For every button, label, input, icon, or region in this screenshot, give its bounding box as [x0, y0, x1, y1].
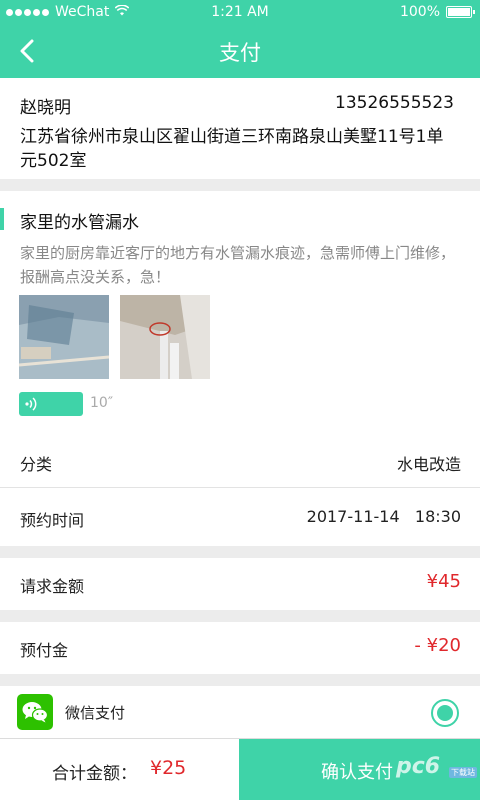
voice-wave-icon [23, 395, 41, 413]
prepay-row: 预付金 - ¥20 [0, 622, 480, 674]
total-value: ¥25 [150, 757, 187, 779]
prepay-value: - ¥20 [414, 635, 461, 656]
appointment-time-label: 预约时间 [20, 511, 85, 530]
task-description: 家里的厨房靠近客厅的地方有水管漏水痕迹，急需师傅上门维修，报酬高点没关系，急！ [20, 244, 456, 286]
request-amount-value: ¥45 [426, 571, 461, 592]
wechat-pay-radio[interactable] [431, 699, 459, 727]
request-amount-label: 请求金额 [20, 577, 85, 596]
address-card[interactable]: 赵晓明 13526555523 江苏省徐州市泉山区翟山街道三环南路泉山美墅11号… [0, 78, 480, 179]
task-photo-1[interactable] [19, 295, 109, 379]
confirm-pay-label: 确认支付 [321, 762, 393, 783]
page-title: 支付 [219, 41, 261, 65]
status-bar: WeChat 1:21 AM 100% [0, 0, 480, 24]
address-detail: 江苏省徐州市泉山区翟山街道三环南路泉山美墅11号1单元502室 [20, 127, 444, 171]
appointment-time-row: 预约时间 2017-11-14 18:30 [0, 488, 480, 546]
wechat-pay-option[interactable]: 微信支付 [0, 686, 480, 738]
task-card: 家里的水管漏水 家里的厨房靠近客厅的地方有水管漏水痕迹，急需师傅上门维修，报酬高… [0, 191, 480, 435]
wechat-icon [17, 694, 53, 730]
contact-name: 赵晓明 [20, 98, 71, 118]
watermark-sub: 下载站 [449, 767, 477, 778]
appointment-time-value: 2017-11-14 18:30 [306, 507, 461, 526]
confirm-pay-button[interactable]: 确认支付 [239, 739, 480, 800]
battery-icon [446, 6, 475, 18]
task-accent-bar [0, 208, 4, 230]
prepay-label: 预付金 [20, 641, 69, 660]
status-battery-group: 100% [399, 4, 475, 20]
nav-bar: 支付 [0, 24, 480, 78]
watermark-logo: pc6 [396, 754, 441, 779]
voice-message-button[interactable] [19, 392, 83, 416]
wechat-pay-label: 微信支付 [65, 704, 126, 722]
battery-percent: 100% [399, 4, 440, 20]
category-row: 分类 水电改造 [0, 435, 480, 487]
contact-phone: 13526555523 [335, 93, 454, 113]
task-photo-2[interactable] [120, 295, 210, 379]
category-label: 分类 [20, 455, 53, 474]
voice-duration: 10″ [90, 395, 114, 411]
category-value: 水电改造 [396, 455, 461, 474]
total-label: 合计金额： [52, 764, 137, 784]
task-title: 家里的水管漏水 [20, 213, 139, 233]
request-amount-row: 请求金额 ¥45 [0, 558, 480, 610]
